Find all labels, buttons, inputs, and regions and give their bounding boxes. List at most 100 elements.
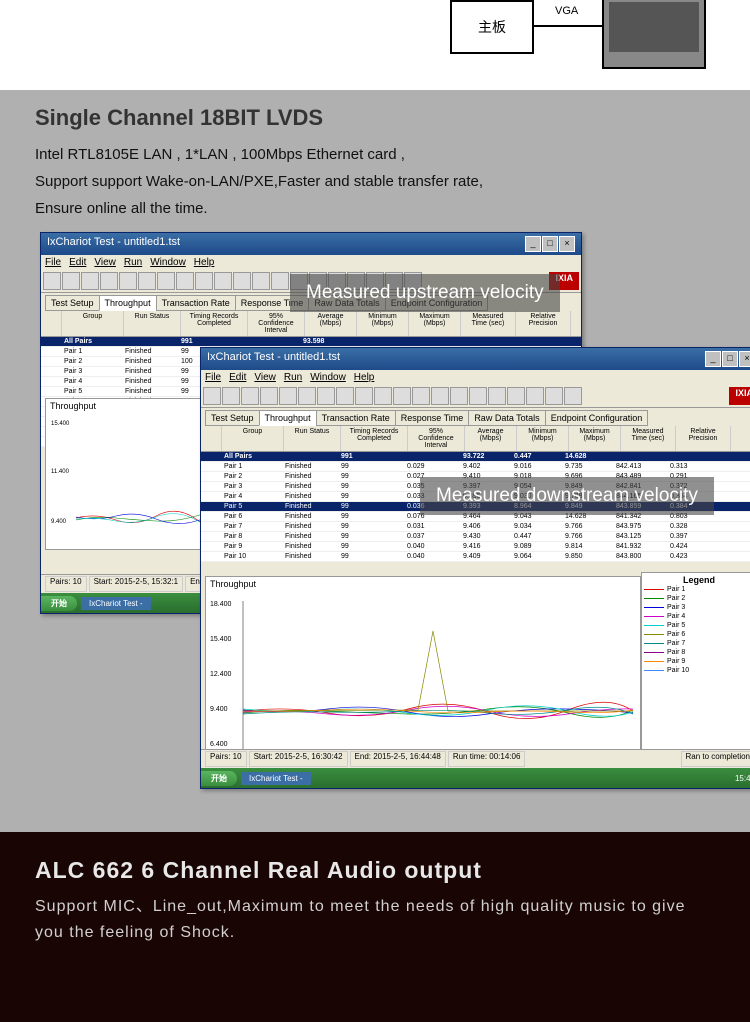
start-button[interactable]: 开始 bbox=[201, 771, 237, 786]
toolbar-button[interactable] bbox=[431, 387, 449, 405]
menu-file[interactable]: File bbox=[205, 372, 221, 383]
tab-response-time[interactable]: Response Time bbox=[395, 410, 470, 426]
tab-transaction-rate[interactable]: Transaction Rate bbox=[316, 410, 396, 426]
window-titlebar[interactable]: IxChariot Test - untitled1.tst _□× bbox=[201, 348, 750, 370]
taskbar-item[interactable]: IxChariot Test - bbox=[81, 597, 151, 610]
toolbar-button[interactable] bbox=[271, 272, 289, 290]
column-header[interactable]: Measured Time (sec) bbox=[621, 426, 676, 451]
toolbar-button[interactable] bbox=[81, 272, 99, 290]
toolbar-button[interactable] bbox=[564, 387, 582, 405]
toolbar-button[interactable] bbox=[157, 272, 175, 290]
toolbar-button[interactable] bbox=[138, 272, 156, 290]
column-header[interactable]: Measured Time (sec) bbox=[461, 311, 516, 336]
toolbar-button[interactable] bbox=[317, 387, 335, 405]
lvds-section: Single Channel 18BIT LVDS Intel RTL8105E… bbox=[0, 90, 750, 232]
tab-throughput[interactable]: Throughput bbox=[99, 295, 157, 311]
toolbar-button[interactable] bbox=[203, 387, 221, 405]
audio-description: Support MIC、Line_out,Maximum to meet the… bbox=[35, 894, 715, 945]
column-header[interactable]: 95% Confidence Interval bbox=[248, 311, 305, 336]
toolbar-button[interactable] bbox=[355, 387, 373, 405]
tab-test-setup[interactable]: Test Setup bbox=[45, 295, 100, 311]
grid-row[interactable]: Pair 1Finished990.0299.4029.0169.735842.… bbox=[201, 462, 750, 472]
grid-row-allpairs[interactable]: All Pairs99193.598 bbox=[41, 337, 581, 347]
toolbar-button[interactable] bbox=[507, 387, 525, 405]
svg-text:18.400: 18.400 bbox=[210, 601, 232, 608]
toolbar-button[interactable] bbox=[450, 387, 468, 405]
column-header[interactable]: Timing Records Completed bbox=[341, 426, 408, 451]
menu-window[interactable]: Window bbox=[150, 257, 186, 268]
menu-edit[interactable]: Edit bbox=[69, 257, 86, 268]
minimize-button[interactable]: _ bbox=[705, 351, 721, 367]
menu-help[interactable]: Help bbox=[194, 257, 215, 268]
toolbar-button[interactable] bbox=[526, 387, 544, 405]
ixia-logo: IXIA bbox=[729, 387, 750, 405]
toolbar-button[interactable] bbox=[119, 272, 137, 290]
toolbar-button[interactable] bbox=[233, 272, 251, 290]
legend-item: Pair 3 bbox=[644, 603, 750, 612]
menu-view[interactable]: View bbox=[94, 257, 116, 268]
tab-raw-data-totals[interactable]: Raw Data Totals bbox=[468, 410, 545, 426]
menu-help[interactable]: Help bbox=[354, 372, 375, 383]
legend-item: Pair 4 bbox=[644, 612, 750, 621]
toolbar-button[interactable] bbox=[241, 387, 259, 405]
column-header[interactable]: Maximum (Mbps) bbox=[409, 311, 461, 336]
tab-transaction-rate[interactable]: Transaction Rate bbox=[156, 295, 236, 311]
column-header[interactable]: Minimum (Mbps) bbox=[357, 311, 409, 336]
column-header[interactable]: 95% Confidence Interval bbox=[408, 426, 465, 451]
menu-file[interactable]: File bbox=[45, 257, 61, 268]
close-button[interactable]: × bbox=[739, 351, 750, 367]
toolbar-button[interactable] bbox=[412, 387, 430, 405]
toolbar-button[interactable] bbox=[252, 272, 270, 290]
grid-row-allpairs[interactable]: All Pairs99193.7220.44714.628 bbox=[201, 452, 750, 462]
toolbar-button[interactable] bbox=[260, 387, 278, 405]
toolbar-button[interactable] bbox=[222, 387, 240, 405]
menu-edit[interactable]: Edit bbox=[229, 372, 246, 383]
tab-test-setup[interactable]: Test Setup bbox=[205, 410, 260, 426]
toolbar-button[interactable] bbox=[469, 387, 487, 405]
toolbar-button[interactable] bbox=[176, 272, 194, 290]
start-button[interactable]: 开始 bbox=[41, 596, 77, 611]
toolbar-button[interactable] bbox=[43, 272, 61, 290]
column-header[interactable]: Run Status bbox=[124, 311, 181, 336]
column-header[interactable]: Average (Mbps) bbox=[465, 426, 517, 451]
taskbar-item[interactable]: IxChariot Test - bbox=[241, 772, 311, 785]
column-header[interactable]: Minimum (Mbps) bbox=[517, 426, 569, 451]
minimize-button[interactable]: _ bbox=[525, 236, 541, 252]
toolbar-button[interactable] bbox=[100, 272, 118, 290]
column-header[interactable]: Maximum (Mbps) bbox=[569, 426, 621, 451]
column-header[interactable]: Group bbox=[222, 426, 284, 451]
maximize-button[interactable]: □ bbox=[542, 236, 558, 252]
column-header[interactable] bbox=[41, 311, 62, 336]
toolbar-button[interactable] bbox=[298, 387, 316, 405]
column-header[interactable]: Run Status bbox=[284, 426, 341, 451]
toolbar-button[interactable] bbox=[279, 387, 297, 405]
column-header[interactable]: Average (Mbps) bbox=[305, 311, 357, 336]
toolbar-button[interactable] bbox=[214, 272, 232, 290]
toolbar-button[interactable] bbox=[374, 387, 392, 405]
grid-row[interactable]: Pair 10Finished990.0409.4099.0649.850843… bbox=[201, 552, 750, 562]
toolbar-button[interactable] bbox=[488, 387, 506, 405]
close-button[interactable]: × bbox=[559, 236, 575, 252]
maximize-button[interactable]: □ bbox=[722, 351, 738, 367]
column-header[interactable] bbox=[201, 426, 222, 451]
window-titlebar[interactable]: IxChariot Test - untitled1.tst _□× bbox=[41, 233, 581, 255]
toolbar-button[interactable] bbox=[62, 272, 80, 290]
tab-throughput[interactable]: Throughput bbox=[259, 410, 317, 426]
grid-row[interactable]: Pair 9Finished990.0409.4169.0899.814841.… bbox=[201, 542, 750, 552]
tab-endpoint-configuration[interactable]: Endpoint Configuration bbox=[545, 410, 649, 426]
toolbar-button[interactable] bbox=[545, 387, 563, 405]
grid-row[interactable]: Pair 7Finished990.0319.4069.0349.766843.… bbox=[201, 522, 750, 532]
toolbar-button[interactable] bbox=[393, 387, 411, 405]
column-header[interactable]: Group bbox=[62, 311, 124, 336]
column-header[interactable]: Relative Precision bbox=[676, 426, 731, 451]
column-header[interactable]: Timing Records Completed bbox=[181, 311, 248, 336]
grid-row[interactable]: Pair 8Finished990.0379.4300.4479.766843.… bbox=[201, 532, 750, 542]
toolbar-button[interactable] bbox=[336, 387, 354, 405]
menu-run[interactable]: Run bbox=[124, 257, 142, 268]
menu-run[interactable]: Run bbox=[284, 372, 302, 383]
menu-window[interactable]: Window bbox=[310, 372, 346, 383]
toolbar-button[interactable] bbox=[195, 272, 213, 290]
column-header[interactable]: Relative Precision bbox=[516, 311, 571, 336]
menu-view[interactable]: View bbox=[254, 372, 276, 383]
audio-heading: ALC 662 6 Channel Real Audio output bbox=[35, 857, 715, 884]
